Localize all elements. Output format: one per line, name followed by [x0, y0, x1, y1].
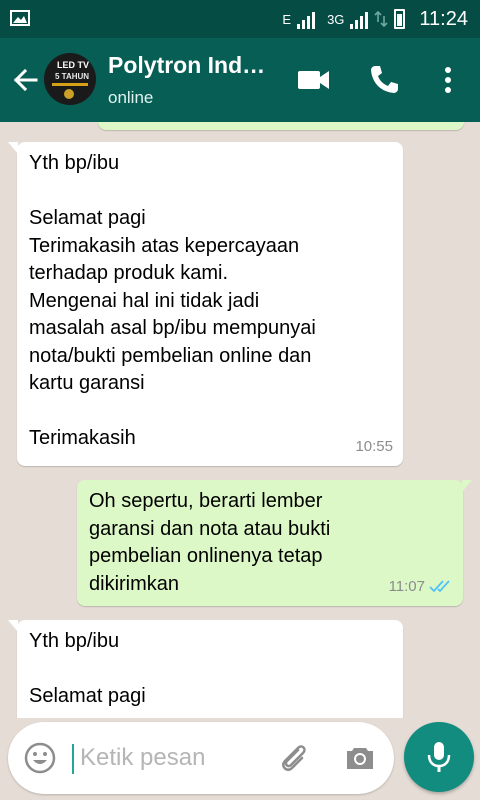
message-text-line: masalah asal bp/ibu mempunyai: [29, 317, 316, 339]
voice-record-button[interactable]: [404, 722, 474, 792]
avatar-medal-icon: [64, 89, 74, 99]
back-arrow-icon[interactable]: [8, 60, 44, 100]
message-composer[interactable]: Ketik pesan: [8, 722, 394, 794]
message-text-line: garansi dan nota atau bukti: [89, 517, 331, 540]
emoji-icon[interactable]: [24, 742, 56, 774]
incoming-message-bubble[interactable]: Yth bp/ibu Selamat pagi: [8, 620, 403, 718]
chat-header: LED TV 5 TAHUN Polytron Ind… online: [0, 38, 480, 122]
message-text-line: terhadap produk kami.: [29, 262, 229, 284]
video-call-icon[interactable]: [296, 62, 332, 98]
message-text-line: Terimakasih: [29, 427, 136, 449]
message-text-line: Mengenai hal ini tidak jadi: [29, 289, 260, 312]
microphone-icon: [427, 742, 451, 772]
message-text-line: Selamat pagi: [29, 685, 146, 707]
message-text-line: [29, 398, 391, 426]
message-text-line: [29, 178, 391, 206]
voice-call-icon[interactable]: [366, 62, 402, 98]
contact-avatar[interactable]: LED TV 5 TAHUN: [44, 53, 96, 105]
data-transfer-icon: [374, 10, 388, 28]
message-text-line: [29, 656, 391, 684]
message-text-line: nota/bukti pembelian online dan: [29, 344, 312, 367]
message-timestamp: 11:07: [389, 573, 453, 601]
attach-paperclip-icon[interactable]: [276, 740, 312, 776]
message-text-line: Yth bp/ibu: [29, 152, 120, 174]
message-input[interactable]: Ketik pesan: [80, 744, 205, 772]
status-time: 11:24: [419, 7, 468, 30]
incoming-message-bubble[interactable]: Yth bp/ibu Selamat pagi Terimakasih atas…: [8, 142, 403, 466]
message-text-line: Yth bp/ibu: [29, 630, 120, 652]
avatar-logo-subtext: 5 TAHUN: [55, 72, 90, 81]
status-bar: E 3G 11:24: [0, 0, 480, 38]
signal-icon: [297, 9, 316, 29]
avatar-logo-text: LED TV: [57, 60, 90, 70]
gallery-notification-icon: [10, 10, 30, 26]
contact-status: online: [108, 88, 154, 107]
message-text-line: Selamat pagi: [29, 207, 146, 229]
status-icons: E 3G 11:24: [282, 0, 468, 38]
message-time: 11:07: [388, 577, 425, 595]
message-text-line: Oh sepertu, berarti lember: [89, 490, 323, 512]
contact-name[interactable]: Polytron Ind…: [108, 52, 265, 79]
camera-icon[interactable]: [344, 742, 376, 774]
text-caret: [72, 744, 74, 774]
outgoing-message-bubble[interactable]: Oh sepertu, berarti lember garansi dan n…: [77, 480, 472, 606]
network-type-e: E: [282, 11, 292, 27]
message-text-line: pembelian onlinenya tetap: [89, 545, 323, 567]
message-text-line: kartu garansi: [29, 372, 145, 394]
signal-icon-2: [350, 9, 369, 29]
avatar-stripe: [52, 83, 88, 86]
double-check-read-icon: [429, 580, 450, 593]
message-text-line: Terimakasih atas kepercayaan: [29, 234, 300, 257]
network-type-3g: 3G: [327, 11, 345, 27]
previous-message-bubble[interactable]: [98, 122, 464, 130]
message-timestamp: 10:55: [355, 433, 393, 461]
message-list[interactable]: Yth bp/ibu Selamat pagi Terimakasih atas…: [0, 122, 480, 718]
message-time: 10:55: [355, 437, 393, 455]
more-options-icon[interactable]: [430, 62, 466, 98]
battery-icon: [394, 9, 406, 29]
